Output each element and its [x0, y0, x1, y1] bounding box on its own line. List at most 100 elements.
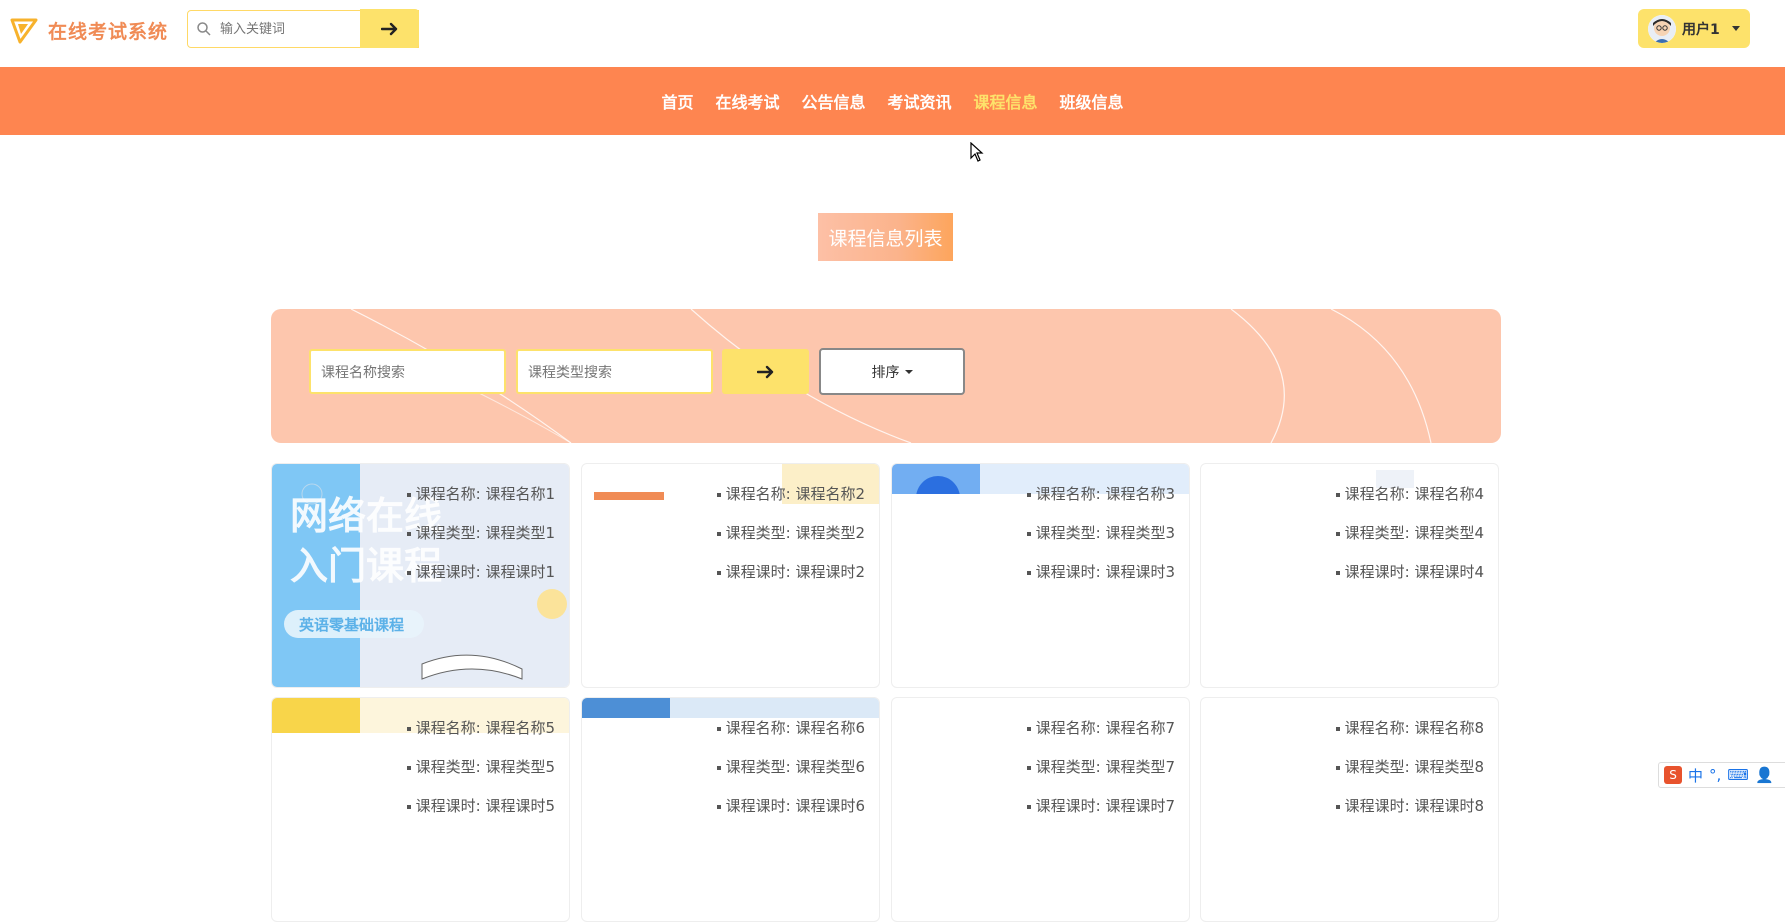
course-hours-value: 课程课时2 [795, 563, 865, 581]
course-name-value: 课程名称8 [1414, 719, 1484, 737]
course-type-value: 课程类型5 [485, 758, 555, 776]
course-type-value: 课程类型7 [1105, 758, 1175, 776]
course-name-value: 课程名称6 [795, 719, 865, 737]
logo-text: 在线考试系统 [48, 20, 169, 43]
course-card[interactable]: 课程名称: 课程名称2 课程类型: 课程类型2 课程课时: 课程课时2 [581, 463, 880, 688]
keyboard-icon[interactable]: ⌨ [1727, 766, 1749, 784]
ime-punctuation-icon[interactable]: °, [1709, 766, 1721, 784]
course-hours-value: 课程课时4 [1414, 563, 1484, 581]
thumbnail-text: 英语零基础课程 [299, 616, 404, 634]
course-type-line: 课程类型: 课程类型5 [406, 757, 555, 796]
course-name-field [309, 349, 506, 394]
arrow-right-icon [756, 365, 773, 378]
course-type-value: 课程类型8 [1414, 758, 1484, 776]
course-info: 课程名称: 课程名称6 课程类型: 课程类型6 课程课时: 课程课时6 [716, 718, 865, 835]
user-menu-button[interactable]: 用户1 [1638, 9, 1750, 48]
course-hours-line: 课程课时: 课程课时5 [406, 796, 555, 835]
nav-item-home[interactable]: 首页 [661, 89, 693, 113]
course-info: 课程名称: 课程名称4 课程类型: 课程类型4 课程课时: 课程课时4 [1335, 484, 1484, 601]
ime-toolbar[interactable]: S 中 °, ⌨ 👤 [1658, 762, 1785, 788]
course-name-line: 课程名称: 课程名称5 [406, 718, 555, 757]
nav-item-classes[interactable]: 班级信息 [1060, 89, 1124, 113]
course-type-line: 课程类型: 课程类型1 [406, 523, 555, 562]
header-search-button[interactable] [360, 9, 419, 48]
course-hours-line: 课程课时: 课程课时6 [716, 796, 865, 835]
header-search-input[interactable] [218, 20, 382, 38]
course-name-line: 课程名称: 课程名称1 [406, 484, 555, 523]
course-card[interactable]: 课程名称: 课程名称4 课程类型: 课程类型4 课程课时: 课程课时4 [1200, 463, 1499, 688]
course-name-value: 课程名称1 [485, 485, 555, 503]
course-name-line: 课程名称: 课程名称2 [716, 484, 865, 523]
filter-panel: 排序 [271, 309, 1501, 443]
page-title: 课程信息列表 [818, 213, 953, 261]
sort-label: 排序 [871, 364, 900, 381]
course-type-value: 课程类型6 [795, 758, 865, 776]
filter-search-button[interactable] [722, 349, 809, 394]
course-name-value: 课程名称5 [485, 719, 555, 737]
nav-item-exam-news[interactable]: 考试资讯 [888, 89, 952, 113]
course-card[interactable]: 网络在线 入门课程 英语零基础课程 课程名称: 课程名称1 课程类型: 课程类型… [271, 463, 570, 688]
course-name-value: 课程名称3 [1105, 485, 1175, 503]
course-hours-value: 课程课时5 [485, 797, 555, 815]
course-hours-line: 课程课时: 课程课时2 [716, 562, 865, 601]
course-thumbnail [582, 698, 879, 718]
nav-item-courses[interactable]: 课程信息 [974, 89, 1038, 113]
course-hours-value: 课程课时6 [795, 797, 865, 815]
search-icon [197, 22, 211, 36]
course-info: 课程名称: 课程名称7 课程类型: 课程类型7 课程课时: 课程课时7 [1026, 718, 1175, 835]
user-label: 用户1 [1682, 21, 1720, 38]
course-hours-line: 课程课时: 课程课时1 [406, 562, 555, 601]
logo[interactable]: 在线考试系统 [10, 16, 168, 44]
course-name-line: 课程名称: 课程名称4 [1335, 484, 1484, 523]
course-info: 课程名称: 课程名称3 课程类型: 课程类型3 课程课时: 课程课时3 [1026, 484, 1175, 601]
avatar [1648, 14, 1676, 43]
course-info: 课程名称: 课程名称5 课程类型: 课程类型5 课程课时: 课程课时5 [406, 718, 555, 835]
course-type-field [516, 349, 713, 394]
caret-down-icon [904, 369, 913, 374]
course-hours-value: 课程课时1 [485, 563, 555, 581]
sort-dropdown-button[interactable]: 排序 [819, 348, 965, 395]
course-info: 课程名称: 课程名称2 课程类型: 课程类型2 课程课时: 课程课时2 [716, 484, 865, 601]
course-name-line: 课程名称: 课程名称8 [1335, 718, 1484, 757]
course-card[interactable]: 课程名称: 课程名称7 课程类型: 课程类型7 课程课时: 课程课时7 [891, 697, 1190, 922]
course-type-line: 课程类型: 课程类型3 [1026, 523, 1175, 562]
course-type-search-input[interactable] [526, 351, 700, 394]
course-type-line: 课程类型: 课程类型2 [716, 523, 865, 562]
course-hours-line: 课程课时: 课程课时4 [1335, 562, 1484, 601]
course-name-value: 课程名称7 [1105, 719, 1175, 737]
arrow-right-icon [380, 22, 397, 35]
course-name-line: 课程名称: 课程名称7 [1026, 718, 1175, 757]
top-bar: 在线考试系统 用户1 [0, 0, 1785, 67]
course-name-value: 课程名称4 [1414, 485, 1484, 503]
ime-logo-icon: S [1664, 766, 1682, 784]
course-card[interactable]: 课程名称: 课程名称6 课程类型: 课程类型6 课程课时: 课程课时6 [581, 697, 880, 922]
ime-mode[interactable]: 中 [1688, 765, 1703, 786]
user-icon[interactable]: 👤 [1755, 766, 1774, 784]
course-hours-line: 课程课时: 课程课时3 [1026, 562, 1175, 601]
course-hours-value: 课程课时7 [1105, 797, 1175, 815]
course-card[interactable]: 课程名称: 课程名称3 课程类型: 课程类型3 课程课时: 课程课时3 [891, 463, 1190, 688]
course-type-line: 课程类型: 课程类型4 [1335, 523, 1484, 562]
course-info: 课程名称: 课程名称1 课程类型: 课程类型1 课程课时: 课程课时1 [406, 484, 555, 601]
logo-icon [10, 18, 38, 44]
course-card[interactable]: 课程名称: 课程名称8 课程类型: 课程类型8 课程课时: 课程课时8 [1200, 697, 1499, 922]
nav-item-announcements[interactable]: 公告信息 [801, 89, 865, 113]
course-name-line: 课程名称: 课程名称3 [1026, 484, 1175, 523]
chevron-down-icon [1731, 26, 1740, 31]
course-hours-value: 课程课时3 [1105, 563, 1175, 581]
course-hours-value: 课程课时8 [1414, 797, 1484, 815]
course-type-line: 课程类型: 课程类型8 [1335, 757, 1484, 796]
course-type-line: 课程类型: 课程类型6 [716, 757, 865, 796]
course-name-value: 课程名称2 [795, 485, 865, 503]
course-info: 课程名称: 课程名称8 课程类型: 课程类型8 课程课时: 课程课时8 [1335, 718, 1484, 835]
course-card[interactable]: 课程名称: 课程名称5 课程类型: 课程类型5 课程课时: 课程课时5 [271, 697, 570, 922]
course-hours-line: 课程课时: 课程课时8 [1335, 796, 1484, 835]
course-type-value: 课程类型4 [1414, 524, 1484, 542]
course-name-line: 课程名称: 课程名称6 [716, 718, 865, 757]
course-type-value: 课程类型2 [795, 524, 865, 542]
course-type-line: 课程类型: 课程类型7 [1026, 757, 1175, 796]
nav-item-online-exam[interactable]: 在线考试 [715, 89, 779, 113]
main-nav: 首页 在线考试 公告信息 考试资讯 课程信息 班级信息 [0, 67, 1785, 135]
course-name-search-input[interactable] [319, 351, 493, 394]
course-type-value: 课程类型3 [1105, 524, 1175, 542]
